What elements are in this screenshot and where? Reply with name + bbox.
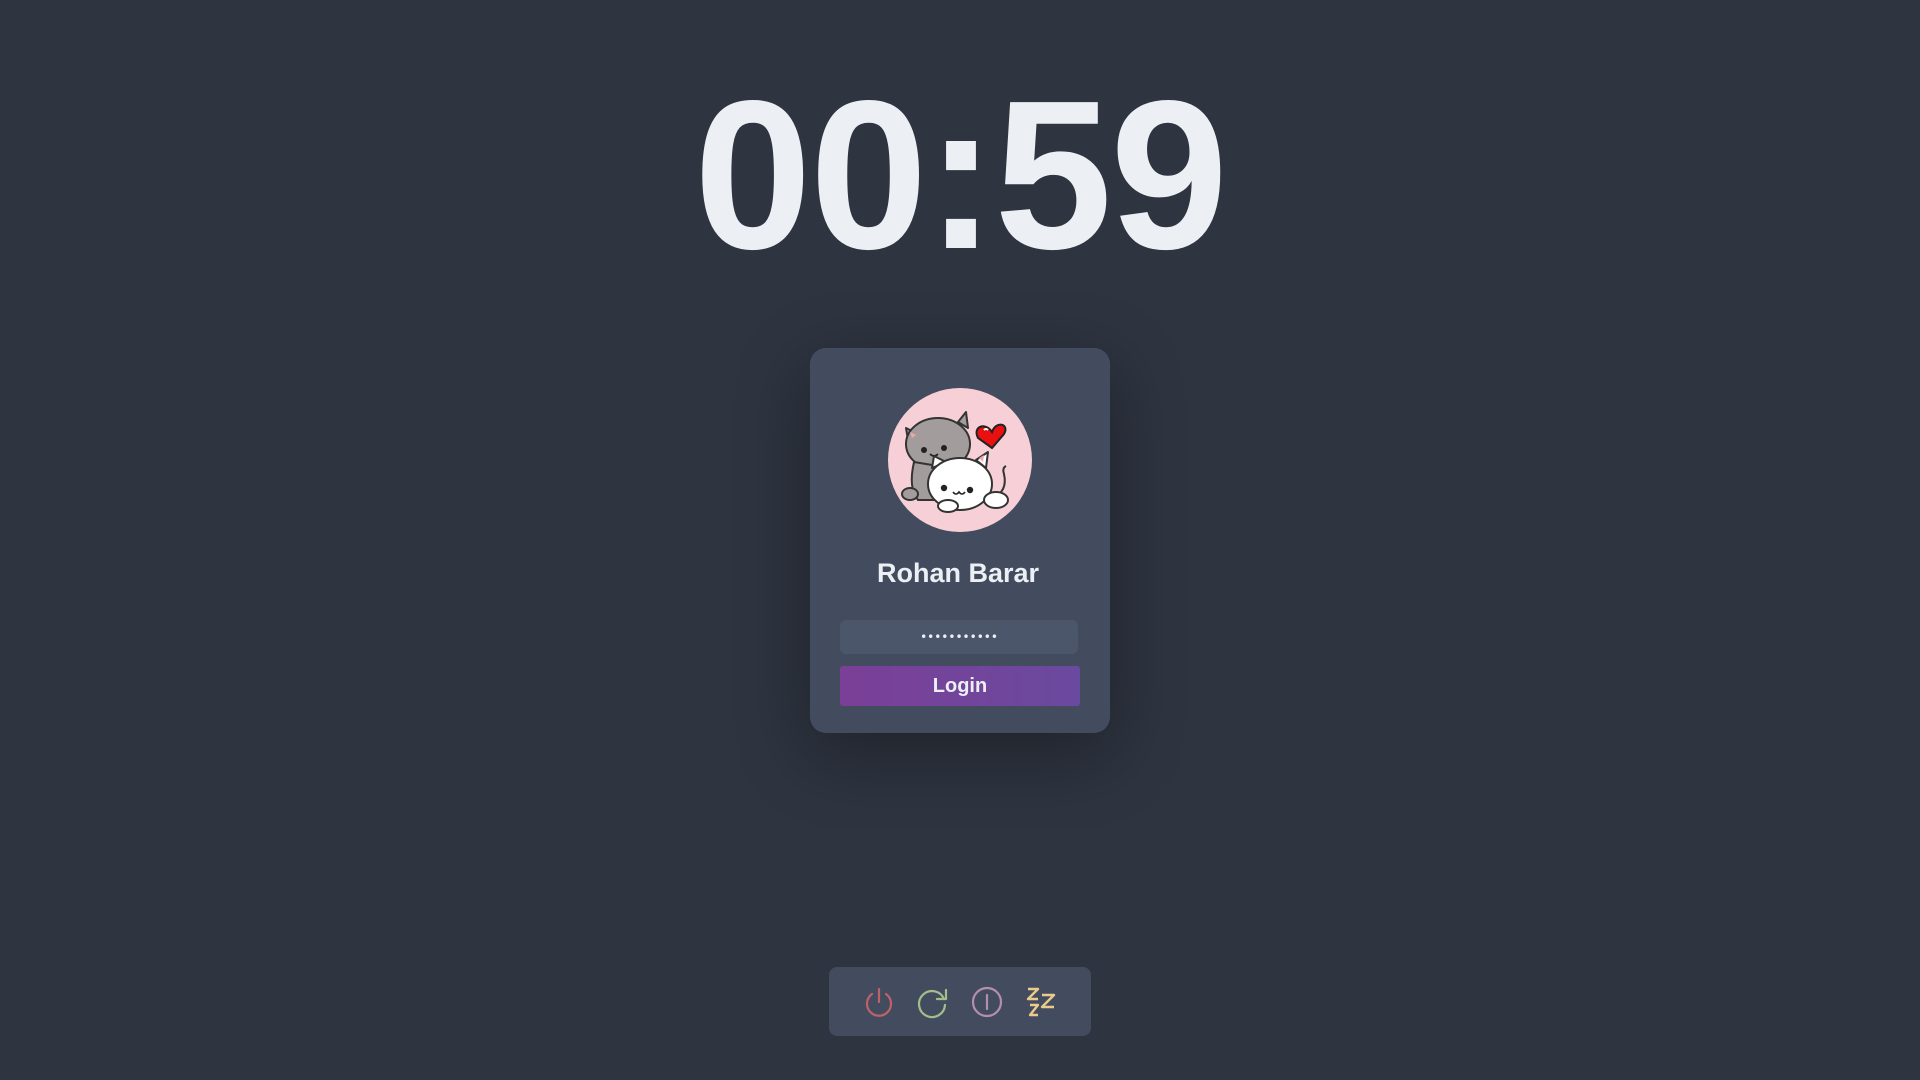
avatar — [888, 388, 1032, 532]
logout-button[interactable] — [970, 985, 1004, 1019]
login-button[interactable]: Login — [840, 666, 1080, 706]
lock-screen: 00:59 Rohan Barar ••••••••••• Login — [0, 0, 1920, 1080]
password-field[interactable] — [840, 620, 1078, 654]
cats-heart-icon — [901, 411, 1009, 513]
logout-icon — [971, 986, 1003, 1017]
power-menu — [829, 967, 1091, 1036]
power-icon — [865, 987, 893, 1017]
restart-button[interactable] — [916, 985, 950, 1019]
sleep-icon — [1026, 987, 1056, 1016]
sleep-button[interactable] — [1024, 985, 1058, 1019]
restart-icon — [917, 988, 948, 1018]
login-card: Rohan Barar Login — [810, 348, 1110, 733]
clock: 00:59 — [693, 56, 1228, 293]
username: Rohan Barar — [876, 558, 1040, 588]
shutdown-button[interactable] — [862, 985, 896, 1019]
